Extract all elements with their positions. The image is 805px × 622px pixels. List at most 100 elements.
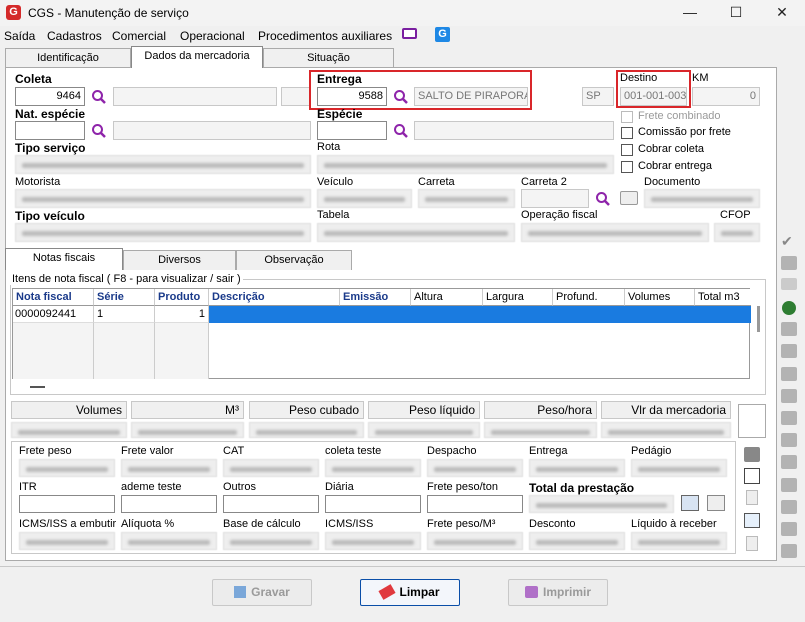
tipo-servico-field[interactable] xyxy=(15,155,311,174)
gravar-button[interactable]: Gravar xyxy=(212,579,312,606)
col-altura[interactable]: Altura xyxy=(411,289,483,306)
coleta-teste-field[interactable] xyxy=(325,459,421,477)
cat-field[interactable] xyxy=(223,459,319,477)
menu-operacional[interactable]: Operacional xyxy=(180,29,245,43)
col-largura[interactable]: Largura xyxy=(483,289,553,306)
coleta-search-icon[interactable] xyxy=(91,89,107,105)
cfop-field[interactable] xyxy=(714,223,760,242)
col-produto[interactable]: Produto xyxy=(155,289,209,306)
frete-peso-m3-field[interactable] xyxy=(427,532,523,550)
tab-diversos[interactable]: Diversos xyxy=(123,250,236,270)
book-icon[interactable] xyxy=(681,495,699,511)
col-descricao[interactable]: Descrição xyxy=(209,289,340,306)
link-icon[interactable] xyxy=(781,500,797,514)
nat-especie-input[interactable] xyxy=(15,121,85,140)
frete-peso-ton-field[interactable] xyxy=(427,495,523,513)
nf-grid[interactable]: Nota fiscal Série Produto Descrição Emis… xyxy=(12,288,760,379)
tipo-veiculo-field[interactable] xyxy=(15,223,311,242)
gear-icon[interactable] xyxy=(781,544,797,558)
frete-valor-field[interactable] xyxy=(121,459,217,477)
g-app-icon[interactable]: G xyxy=(435,27,450,42)
operacao-fiscal-field[interactable] xyxy=(521,223,709,242)
liquido-receber-field[interactable] xyxy=(631,532,727,550)
box-icon[interactable] xyxy=(781,411,797,425)
limpar-button[interactable]: Limpar xyxy=(360,579,460,606)
copy-icon[interactable] xyxy=(781,367,797,381)
base-calculo-field[interactable] xyxy=(223,532,319,550)
entrega-search-icon[interactable] xyxy=(393,89,409,105)
tab-dados-mercadoria[interactable]: Dados da mercadoria xyxy=(131,46,263,68)
percent-icon[interactable] xyxy=(744,468,760,484)
col-serie[interactable]: Série xyxy=(94,289,155,306)
ademe-teste-field[interactable] xyxy=(121,495,217,513)
edit-icon[interactable] xyxy=(781,478,797,492)
grid-scrollbar[interactable] xyxy=(757,306,760,332)
nat-especie-search-icon[interactable] xyxy=(91,123,107,139)
tab-identificacao[interactable]: Identificação xyxy=(5,48,131,68)
minimize-button[interactable]: — xyxy=(667,0,713,26)
outros-field[interactable] xyxy=(223,495,319,513)
especie-input[interactable] xyxy=(317,121,387,140)
motorista-field[interactable] xyxy=(15,189,311,208)
menu-saida[interactable]: Saída xyxy=(4,29,35,43)
carreta-field[interactable] xyxy=(418,189,515,208)
globe-icon[interactable] xyxy=(782,301,796,315)
carreta2-input[interactable] xyxy=(521,189,589,208)
calc-small-icon[interactable] xyxy=(746,490,758,505)
tabela-field[interactable] xyxy=(317,223,515,242)
frete-combinado-checkbox[interactable] xyxy=(621,111,633,123)
row-serie[interactable]: 1 xyxy=(94,306,155,323)
aliquota-field[interactable] xyxy=(121,532,217,550)
menu-procedimentos-auxiliares[interactable]: Procedimentos auxiliares xyxy=(258,29,392,43)
carreta2-search-icon[interactable] xyxy=(595,191,611,207)
settings-icon[interactable] xyxy=(707,495,725,511)
especie-search-icon[interactable] xyxy=(393,123,409,139)
calc-small-2-icon[interactable] xyxy=(746,536,758,551)
row-nota-fiscal[interactable]: 0000092441 xyxy=(13,306,94,323)
rota-field[interactable] xyxy=(317,155,614,174)
tax-icon[interactable] xyxy=(744,447,760,462)
maximize-button[interactable]: ☐ xyxy=(713,0,759,26)
imprimir-button[interactable]: Imprimir xyxy=(508,579,608,606)
row-produto[interactable]: 1 xyxy=(155,306,209,323)
check-icon[interactable]: ✔ xyxy=(781,234,797,248)
refresh-icon[interactable] xyxy=(781,433,797,447)
tab-observacao[interactable]: Observação xyxy=(236,250,352,270)
col-profund[interactable]: Profund. xyxy=(553,289,625,306)
entrega-input[interactable]: 9588 xyxy=(317,87,387,106)
close-button[interactable]: ✕ xyxy=(759,0,805,26)
col-nota-fiscal[interactable]: Nota fiscal xyxy=(13,289,94,306)
sidebar-icon-1[interactable] xyxy=(781,256,797,270)
sync-icon[interactable] xyxy=(781,522,797,536)
forward-doc-icon[interactable] xyxy=(781,344,797,358)
comissao-frete-checkbox[interactable] xyxy=(621,127,633,139)
icms-embutir-field[interactable] xyxy=(19,532,115,550)
col-volumes[interactable]: Volumes xyxy=(625,289,695,306)
monitor-icon[interactable] xyxy=(402,28,417,39)
truck-icon[interactable] xyxy=(620,191,638,205)
entrega-frete-field[interactable] xyxy=(529,459,625,477)
tab-notas-fiscais[interactable]: Notas fiscais xyxy=(5,248,123,270)
search-doc-icon[interactable] xyxy=(744,513,760,528)
calculator-icon[interactable] xyxy=(738,404,766,438)
truck-2-icon[interactable] xyxy=(781,455,797,469)
coleta-input[interactable]: 9464 xyxy=(15,87,85,106)
cobrar-coleta-checkbox[interactable] xyxy=(621,144,633,156)
ciot-icon[interactable] xyxy=(781,278,797,290)
table-row-selected[interactable] xyxy=(209,306,751,323)
truck-side-icon[interactable] xyxy=(781,389,797,403)
menu-comercial[interactable]: Comercial xyxy=(112,29,166,43)
col-emissao[interactable]: Emissão xyxy=(340,289,411,306)
tab-situacao[interactable]: Situação xyxy=(263,48,394,68)
cobrar-entrega-checkbox[interactable] xyxy=(621,161,633,173)
col-total-m3[interactable]: Total m3 xyxy=(695,289,751,306)
despacho-field[interactable] xyxy=(427,459,523,477)
desconto-field[interactable] xyxy=(529,532,625,550)
menu-cadastros[interactable]: Cadastros xyxy=(47,29,102,43)
pedagio-field[interactable] xyxy=(631,459,727,477)
veiculo-field[interactable] xyxy=(317,189,412,208)
frete-peso-field[interactable] xyxy=(19,459,115,477)
diaria-field[interactable] xyxy=(325,495,421,513)
tag-icon[interactable] xyxy=(781,322,797,336)
icms-iss-field[interactable] xyxy=(325,532,421,550)
